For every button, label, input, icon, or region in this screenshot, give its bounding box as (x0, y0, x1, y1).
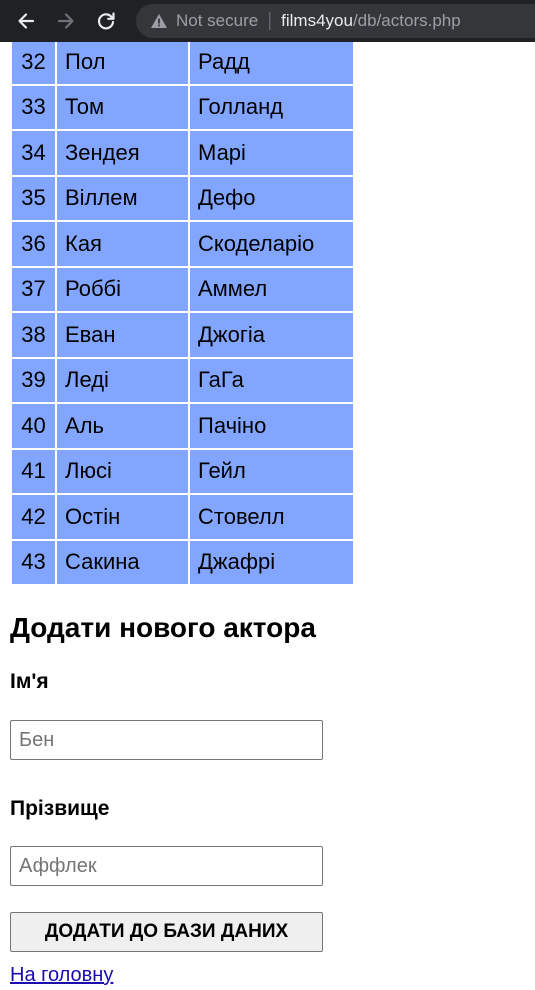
add-to-database-button[interactable]: ДОДАТИ ДО БАЗИ ДАНИХ (10, 912, 323, 952)
arrow-right-icon (57, 13, 74, 29)
table-row: 40 Аль Пачіно (12, 404, 353, 448)
actor-id-cell: 34 (12, 131, 55, 175)
first-name-label: Ім'я (10, 670, 49, 693)
actor-last-name-cell: Пачіно (190, 404, 353, 448)
security-status[interactable]: Not secure (176, 11, 258, 31)
actor-first-name-cell: Роббі (57, 267, 188, 311)
table-row: 41 Люсі Гейл (12, 449, 353, 493)
last-name-input[interactable] (10, 846, 323, 886)
last-name-label: Прізвище (10, 797, 110, 820)
actors-table-body: 32 Пол Радд 33 Том Голланд 34 Зендея Марі 35 Вілле… (12, 40, 353, 584)
actor-last-name-cell: ГаГа (190, 358, 353, 402)
form-title: Додати нового актора (10, 612, 316, 643)
actor-last-name-cell: Стовелл (190, 495, 353, 539)
table-row: 43 Сакина Джафрі (12, 540, 353, 584)
table-row: 37 Роббі Аммел (12, 267, 353, 311)
actor-last-name-cell: Марі (190, 131, 353, 175)
table-row: 42 Остін Стовелл (12, 495, 353, 539)
warning-icon (150, 13, 168, 29)
actor-id-cell: 41 (12, 449, 55, 493)
actor-last-name-cell: Радд (190, 40, 353, 84)
actor-id-cell: 33 (12, 85, 55, 129)
table-row: 36 Кая Скоделаріо (12, 222, 353, 266)
actor-first-name-cell: Люсі (57, 449, 188, 493)
actor-id-cell: 42 (12, 495, 55, 539)
table-row: 39 Леді ГаГа (12, 358, 353, 402)
reload-icon (97, 12, 115, 30)
actor-last-name-cell: Аммел (190, 267, 353, 311)
actor-first-name-cell: Леді (57, 358, 188, 402)
arrow-left-icon (18, 13, 35, 29)
actors-table: 32 Пол Радд 33 Том Голланд 34 Зендея Марі 35 Вілле… (10, 38, 355, 586)
actor-id-cell: 38 (12, 313, 55, 357)
actor-id-cell: 32 (12, 40, 55, 84)
actor-first-name-cell: Том (57, 85, 188, 129)
actor-first-name-cell: Сакина (57, 540, 188, 584)
back-button[interactable] (8, 0, 44, 42)
table-row: 34 Зендея Марі (12, 131, 353, 175)
forward-button[interactable] (48, 0, 84, 42)
table-row: 38 Еван Джогіа (12, 313, 353, 357)
url-host: films4you (281, 11, 353, 30)
actor-first-name-cell: Остін (57, 495, 188, 539)
actor-id-cell: 37 (12, 267, 55, 311)
table-row: 32 Пол Радд (12, 40, 353, 84)
actor-last-name-cell: Гейл (190, 449, 353, 493)
actor-last-name-cell: Скоделаріо (190, 222, 353, 266)
actor-first-name-cell: Кая (57, 222, 188, 266)
actor-id-cell: 43 (12, 540, 55, 584)
address-bar[interactable]: Not secure | films4you /db/actors.php (136, 4, 535, 38)
url-path: /db/actors.php (352, 11, 461, 30)
actor-first-name-cell: Зендея (57, 131, 188, 175)
browser-toolbar: Not secure | films4you /db/actors.php (0, 0, 535, 42)
actor-first-name-cell: Пол (57, 40, 188, 84)
actor-last-name-cell: Джафрі (190, 540, 353, 584)
actor-first-name-cell: Віллем (57, 176, 188, 220)
actor-last-name-cell: Дефо (190, 176, 353, 220)
address-separator: | (267, 10, 273, 31)
actor-id-cell: 35 (12, 176, 55, 220)
table-row: 35 Віллем Дефо (12, 176, 353, 220)
actor-id-cell: 40 (12, 404, 55, 448)
home-link[interactable]: На головну (10, 964, 113, 987)
actor-first-name-cell: Еван (57, 313, 188, 357)
actor-id-cell: 36 (12, 222, 55, 266)
actor-first-name-cell: Аль (57, 404, 188, 448)
actor-last-name-cell: Голланд (190, 85, 353, 129)
reload-button[interactable] (88, 0, 124, 42)
actor-id-cell: 39 (12, 358, 55, 402)
actor-last-name-cell: Джогіа (190, 313, 353, 357)
first-name-input[interactable] (10, 720, 323, 760)
table-row: 33 Том Голланд (12, 85, 353, 129)
